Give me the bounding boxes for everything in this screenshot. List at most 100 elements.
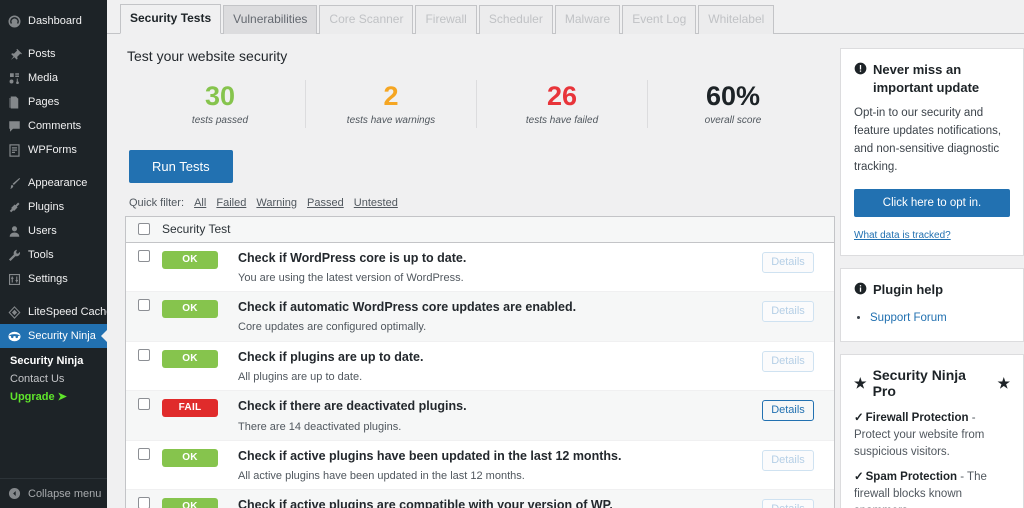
list-item: Support Forum bbox=[870, 309, 1010, 327]
sidebar-item-litespeed-cache[interactable]: LiteSpeed Cache bbox=[0, 300, 107, 324]
row-select-cell bbox=[126, 448, 162, 460]
sidebar-item-label: Tools bbox=[28, 250, 54, 261]
row-text: Check if plugins are up to date. All plu… bbox=[238, 349, 762, 385]
check-icon: ✓ bbox=[854, 412, 864, 424]
primary-column: Test your website security 30 tests pass… bbox=[107, 34, 828, 508]
submenu-item-security-ninja[interactable]: Security Ninja bbox=[10, 352, 107, 370]
stat-label: overall score bbox=[648, 115, 818, 126]
optin-panel-body: Opt-in to our security and feature updat… bbox=[854, 105, 1010, 176]
status-cell: OK bbox=[162, 497, 238, 508]
row-checkbox[interactable] bbox=[138, 497, 150, 508]
table-row: OK Check if active plugins are compatibl… bbox=[126, 490, 834, 508]
quick-filter-all[interactable]: All bbox=[194, 197, 206, 209]
details-button: Details bbox=[762, 301, 814, 322]
media-icon bbox=[7, 71, 22, 86]
brush-icon bbox=[7, 176, 22, 191]
quick-filter-passed[interactable]: Passed bbox=[307, 197, 344, 209]
table-header-row: Security Test bbox=[126, 217, 834, 243]
sidebar-item-dashboard[interactable]: Dashboard bbox=[0, 9, 107, 33]
user-icon bbox=[7, 224, 22, 239]
submenu-item-upgrade[interactable]: Upgrade ➤ bbox=[10, 388, 107, 406]
row-text: Check if WordPress core is up to date. Y… bbox=[238, 250, 762, 286]
optin-button[interactable]: Click here to opt in. bbox=[854, 189, 1010, 217]
row-select-cell bbox=[126, 497, 162, 508]
sidebar-item-label: LiteSpeed Cache bbox=[28, 307, 107, 318]
status-cell: FAIL bbox=[162, 398, 238, 417]
sidebar-item-media[interactable]: Media bbox=[0, 66, 107, 90]
quick-filter-failed[interactable]: Failed bbox=[216, 197, 246, 209]
row-action: Details bbox=[762, 398, 834, 421]
submenu-item-contact-us[interactable]: Contact Us bbox=[10, 370, 107, 388]
status-cell: OK bbox=[162, 299, 238, 318]
sidebar-item-plugins[interactable]: Plugins bbox=[0, 195, 107, 219]
page-icon bbox=[7, 95, 22, 110]
tab-vulnerabilities[interactable]: Vulnerabilities bbox=[223, 5, 317, 34]
row-checkbox[interactable] bbox=[138, 250, 150, 262]
pro-feature: ✓Spam Protection - The firewall blocks k… bbox=[854, 469, 1010, 508]
sidebar-item-posts[interactable]: Posts bbox=[0, 42, 107, 66]
sidebar-item-label: Posts bbox=[28, 49, 56, 60]
litespeed-icon bbox=[7, 305, 22, 320]
test-title: Check if automatic WordPress core update… bbox=[238, 299, 754, 315]
plug-icon bbox=[7, 200, 22, 215]
support-forum-link[interactable]: Support Forum bbox=[870, 312, 947, 324]
pro-title-text: Security Ninja Pro bbox=[873, 367, 992, 399]
tab-security-tests[interactable]: Security Tests bbox=[120, 4, 221, 34]
sidebar-item-label: Plugins bbox=[28, 202, 64, 213]
collapse-menu-button[interactable]: Collapse menu bbox=[0, 478, 107, 508]
stat-value: 60% bbox=[648, 82, 818, 112]
quick-filter-untested[interactable]: Untested bbox=[354, 197, 398, 209]
row-action: Details bbox=[762, 497, 834, 508]
what-data-is-tracked-link[interactable]: What data is tracked? bbox=[854, 230, 951, 241]
optin-panel-title: Never miss an important update bbox=[854, 61, 1010, 96]
sidebar-item-label: Comments bbox=[28, 121, 81, 132]
row-text: Check if there are deactivated plugins. … bbox=[238, 398, 762, 434]
row-select-cell bbox=[126, 398, 162, 410]
security-ninja-submenu: Security Ninja Contact Us Upgrade ➤ bbox=[0, 348, 107, 412]
sidebar-item-pages[interactable]: Pages bbox=[0, 90, 107, 114]
pro-panel-title: ★ Security Ninja Pro ★ bbox=[854, 367, 1010, 399]
sidebar-primary-group: Dashboard Posts Media Pages Comments bbox=[0, 9, 107, 348]
details-button[interactable]: Details bbox=[762, 400, 814, 421]
row-checkbox[interactable] bbox=[138, 299, 150, 311]
form-icon bbox=[7, 143, 22, 158]
stat-value: 2 bbox=[306, 82, 476, 112]
row-action: Details bbox=[762, 448, 834, 471]
status-badge: OK bbox=[162, 300, 218, 318]
run-tests-button[interactable]: Run Tests bbox=[129, 150, 233, 183]
test-title: Check if active plugins have been update… bbox=[238, 448, 754, 464]
sidebar-item-security-ninja[interactable]: Security Ninja bbox=[0, 324, 107, 348]
main-content: Security Tests Vulnerabilities Core Scan… bbox=[107, 0, 1024, 508]
test-title: Check if active plugins are compatible w… bbox=[238, 497, 754, 508]
sidebar-item-users[interactable]: Users bbox=[0, 219, 107, 243]
row-checkbox[interactable] bbox=[138, 349, 150, 361]
select-all-cell bbox=[126, 223, 162, 235]
collapse-arrow-icon bbox=[7, 486, 22, 501]
stat-value: 26 bbox=[477, 82, 647, 112]
select-all-checkbox[interactable] bbox=[138, 223, 150, 235]
stats-summary: 30 tests passed 2 tests have warnings 26… bbox=[125, 80, 828, 128]
test-description: There are 14 deactivated plugins. bbox=[238, 420, 754, 434]
row-select-cell bbox=[126, 299, 162, 311]
sidebar-item-label: Dashboard bbox=[28, 16, 82, 27]
row-action: Details bbox=[762, 349, 834, 372]
row-checkbox[interactable] bbox=[138, 448, 150, 460]
quick-filter-warning[interactable]: Warning bbox=[256, 197, 297, 209]
sidebar-item-comments[interactable]: Comments bbox=[0, 114, 107, 138]
test-description: All plugins are up to date. bbox=[238, 370, 754, 384]
info-alert-icon bbox=[854, 62, 867, 80]
row-checkbox[interactable] bbox=[138, 398, 150, 410]
status-cell: OK bbox=[162, 448, 238, 467]
plugin-help-title-text: Plugin help bbox=[873, 281, 943, 299]
comment-icon bbox=[7, 119, 22, 134]
sidebar-item-settings[interactable]: Settings bbox=[0, 267, 107, 291]
status-badge: FAIL bbox=[162, 399, 218, 417]
sidebar-item-tools[interactable]: Tools bbox=[0, 243, 107, 267]
sidebar-item-appearance[interactable]: Appearance bbox=[0, 171, 107, 195]
sidebar-item-wpforms[interactable]: WPForms bbox=[0, 138, 107, 162]
row-text: Check if active plugins are compatible w… bbox=[238, 497, 762, 508]
stat-label: tests have warnings bbox=[306, 115, 476, 126]
stat-tests-passed: 30 tests passed bbox=[135, 80, 306, 128]
dashboard-icon bbox=[7, 14, 22, 29]
check-icon: ✓ bbox=[854, 471, 864, 483]
